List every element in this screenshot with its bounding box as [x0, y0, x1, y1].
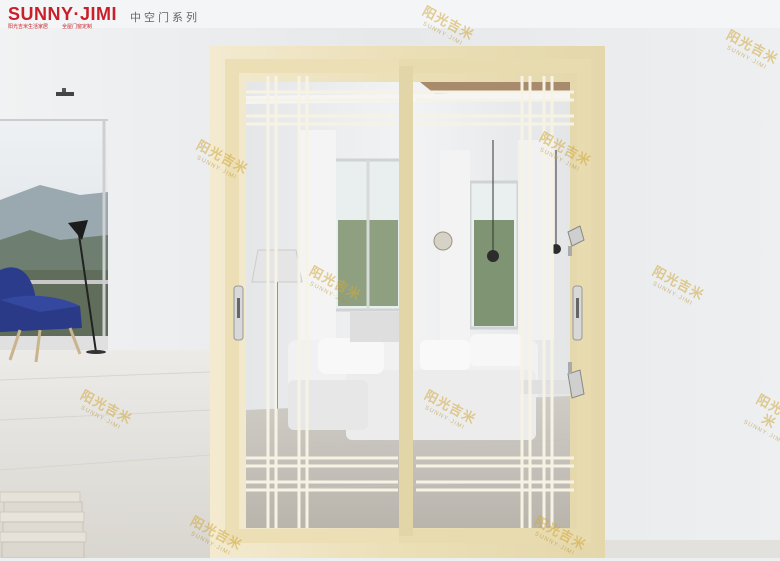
right-door-handle	[572, 285, 583, 341]
photo-scene	[0, 0, 780, 558]
brand-logo: SUNNY·JIMI 阳光吉米生活家居 全屋门窗定制	[8, 4, 117, 31]
book-stack	[0, 491, 87, 558]
brand-name: SUNNY·JIMI	[8, 4, 118, 24]
brand-tagline-left: 阳光吉米生活家居	[8, 24, 49, 30]
brand-taglines: 阳光吉米生活家居 全屋门窗定制	[8, 24, 117, 31]
series-title: 中空门系列	[130, 11, 200, 24]
brand-tagline-right: 全屋门窗定制	[62, 24, 93, 30]
left-door-handle	[233, 285, 244, 341]
